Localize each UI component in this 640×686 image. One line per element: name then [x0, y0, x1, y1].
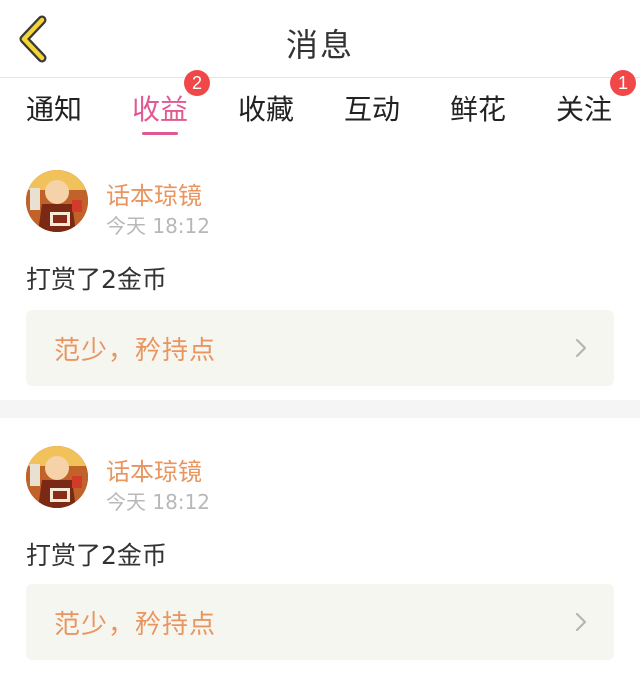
- unread-badge: 1: [610, 70, 636, 96]
- tab-notifications[interactable]: 通知: [26, 78, 86, 142]
- section-divider: [0, 400, 640, 418]
- tab-label: 通知: [26, 93, 83, 126]
- tab-flowers[interactable]: 鲜花: [450, 78, 510, 142]
- top-bar: 消息: [0, 0, 640, 78]
- avatar-image: [26, 170, 88, 232]
- sender-name[interactable]: 话本琼镜: [106, 176, 202, 211]
- avatar[interactable]: [26, 170, 88, 232]
- tab-favorites[interactable]: 收藏: [238, 78, 298, 142]
- tab-label: 收益: [132, 93, 189, 126]
- avatar-image: [26, 446, 88, 508]
- tab-earnings[interactable]: 收益 2: [132, 70, 210, 142]
- tab-label: 关注: [556, 93, 613, 126]
- chevron-right-icon: [575, 338, 587, 358]
- tab-interactions[interactable]: 互动: [344, 78, 404, 142]
- message-text: 打赏了2金币: [26, 541, 167, 570]
- tab-label: 互动: [344, 93, 401, 126]
- message-time: 今天 18:12: [106, 490, 210, 514]
- active-tab-indicator: [142, 132, 178, 135]
- work-title: 范少，矜持点: [54, 336, 217, 366]
- unread-badge: 2: [184, 70, 210, 96]
- tab-label: 鲜花: [450, 93, 507, 126]
- message-card: 话本琼镜 今天 18:12 打赏了2金币 范少，矜持点: [0, 418, 640, 686]
- sender-name[interactable]: 话本琼镜: [106, 452, 202, 487]
- message-time: 今天 18:12: [106, 214, 210, 238]
- tab-bar: 通知 收益 2 收藏 互动 鲜花 关注 1: [0, 70, 640, 142]
- message-card: 话本琼镜 今天 18:12 打赏了2金币 范少，矜持点: [0, 142, 640, 400]
- work-title: 范少，矜持点: [54, 610, 217, 640]
- avatar[interactable]: [26, 446, 88, 508]
- tab-follows[interactable]: 关注 1: [556, 70, 636, 142]
- page-title: 消息: [285, 26, 354, 64]
- tab-label: 收藏: [238, 93, 295, 126]
- chevron-right-icon: [575, 612, 587, 632]
- work-link[interactable]: 范少，矜持点: [26, 310, 614, 386]
- work-link[interactable]: 范少，矜持点: [26, 584, 614, 660]
- message-text: 打赏了2金币: [26, 265, 167, 294]
